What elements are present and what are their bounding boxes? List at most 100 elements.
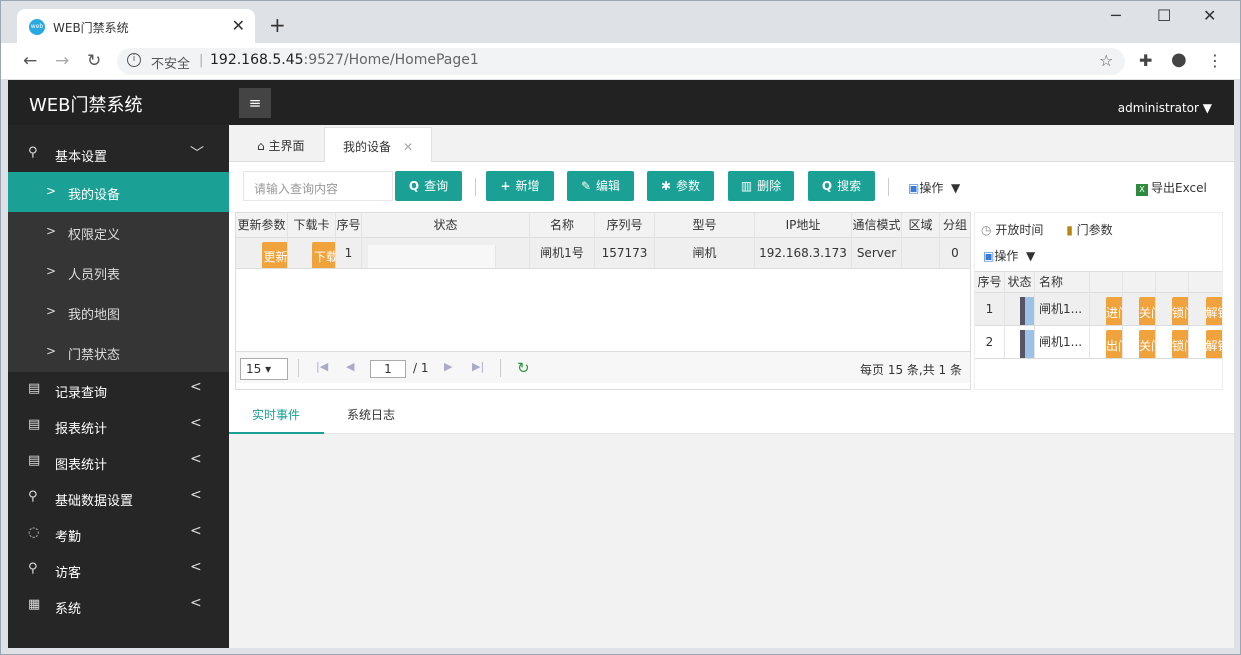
door-ops-dropdown[interactable]: ▣操作 ▼ [983, 247, 1035, 264]
close-tab-icon[interactable]: ✕ [403, 140, 413, 154]
sidebar-item-system[interactable]: ▦ 系统 < [8, 588, 229, 624]
sidebar-item-permissions[interactable]: > 权限定义 [8, 212, 229, 252]
lock-door-button[interactable]: 锁门 [1172, 330, 1188, 358]
tab-system-log[interactable]: 系统日志 [347, 406, 395, 423]
col-header[interactable]: 序列号 [595, 213, 655, 237]
minimize-icon[interactable]: ─ [1111, 6, 1121, 25]
chevron-left-icon: < [190, 415, 202, 431]
col-header[interactable]: 型号 [655, 213, 755, 237]
sidebar-item-base-data[interactable]: ⚲ 基础数据设置 < [8, 480, 229, 516]
sidebar-item-attendance[interactable]: ◌ 考勤 < [8, 516, 229, 552]
lock-door-button[interactable]: 锁门 [1172, 297, 1188, 325]
col-header[interactable]: 状态 [362, 213, 530, 237]
door-row[interactable]: 2 闸机1... 出门 关门 锁门 解锁 [975, 326, 1222, 359]
gate-icon [1019, 330, 1034, 358]
forward-icon[interactable]: → [55, 51, 69, 71]
sidebar-item-basic-settings[interactable]: ⚲ 基本设置 ﹀ [8, 136, 229, 172]
menu-toggle-icon[interactable]: ≡ [239, 88, 271, 118]
table-row[interactable]: 更新参数 下载卡 1 闸机1号 157173 闸机 192.168.3.173 … [236, 238, 970, 269]
page-number-input[interactable]: 1 [370, 360, 406, 378]
tab-my-devices[interactable]: 我的设备 ✕ [324, 127, 433, 162]
bottom-tabs: 实时事件 系统日志 [229, 392, 1234, 434]
device-grid: 更新参数 下载卡 序号 状态 名称 序列号 型号 IP地址 通信模式 区域 分组… [235, 212, 971, 390]
col-header[interactable]: 名称 [530, 213, 595, 237]
browser-menu-icon[interactable]: ⋮ [1207, 51, 1223, 70]
ops-label: 操作 [919, 181, 944, 195]
window-close-icon[interactable]: ✕ [1203, 6, 1216, 25]
reload-icon[interactable]: ↻ [87, 51, 101, 71]
sidebar-item-label: 我的地图 [68, 308, 121, 323]
page-size-select[interactable]: 15 ▾ [240, 358, 288, 380]
browser-tab[interactable]: web WEB门禁系统 ✕ [17, 9, 255, 43]
col-header[interactable]: 更新参数 [236, 213, 288, 237]
last-page-icon[interactable]: ▶| [472, 360, 484, 373]
sidebar-item-visitors[interactable]: ⚲ 访客 < [8, 552, 229, 588]
info-icon[interactable]: i [127, 53, 141, 67]
sidebar-item-door-status[interactable]: > 门禁状态 [8, 332, 229, 372]
download-card-button[interactable]: 下载卡 [311, 242, 335, 268]
col-header[interactable]: 序号 [336, 213, 362, 237]
ops-dropdown[interactable]: ▣操作 ▼ [908, 179, 960, 196]
profile-icon[interactable]: ● [1171, 49, 1187, 70]
close-tab-icon[interactable]: ✕ [232, 16, 245, 35]
next-page-icon[interactable]: ▶ [444, 360, 452, 373]
col-header[interactable]: IP地址 [755, 213, 852, 237]
export-excel-button[interactable]: X 导出Excel [1136, 179, 1207, 196]
exit-door-button[interactable]: 出门 [1106, 330, 1122, 358]
cell-status [1005, 326, 1035, 358]
delete-button[interactable]: ▥ 删除 [728, 171, 794, 201]
first-page-icon[interactable]: |◀ [316, 360, 328, 373]
sidebar-item-my-map[interactable]: > 我的地图 [8, 292, 229, 332]
caret-down-icon: ▼ [1026, 249, 1036, 263]
back-icon[interactable]: ← [23, 51, 37, 71]
tab-realtime-events[interactable]: 实时事件 [252, 406, 300, 423]
col-header[interactable]: 下载卡 [288, 213, 336, 237]
prev-page-icon[interactable]: ◀ [346, 360, 354, 373]
door-row[interactable]: 1 闸机1... 进门 关门 锁门 解锁 [975, 293, 1222, 326]
tab-home[interactable]: ⌂ 主界面 [239, 127, 322, 162]
browser-window: web WEB门禁系统 ✕ + ─ ☐ ✕ ← → ↻ i 不安全 | 192.… [0, 0, 1241, 655]
close-door-button[interactable]: 关门 [1139, 330, 1155, 358]
maximize-icon[interactable]: ☐ [1157, 6, 1171, 25]
trash-icon: ▥ [740, 179, 753, 193]
door-params-button[interactable]: ▮ 门参数 [1066, 223, 1112, 237]
cell-seq: 1 [975, 293, 1005, 325]
close-door-button[interactable]: 关门 [1139, 297, 1155, 325]
cell-ip: 192.168.3.173 [755, 238, 852, 268]
refresh-icon[interactable]: ↻ [517, 359, 530, 377]
edit-button[interactable]: ✎ 编辑 [567, 171, 634, 201]
bookmark-star-icon[interactable]: ☆ [1099, 51, 1113, 70]
url-field[interactable]: i 不安全 | 192.168.5.45:9527/Home/HomePage1 [117, 48, 1125, 75]
sidebar-item-my-devices[interactable]: > 我的设备 [8, 172, 229, 212]
add-button[interactable]: + 新增 [486, 171, 554, 201]
chevron-left-icon: < [190, 523, 202, 539]
open-time-button[interactable]: ◷ 开放时间 [981, 223, 1043, 237]
update-params-button[interactable]: 更新参数 [261, 242, 287, 268]
unlock-button[interactable]: 解锁 [1205, 297, 1222, 325]
gear-icon: ✱ [660, 179, 672, 193]
sidebar-item-reports[interactable]: ▤ 报表统计 < [8, 408, 229, 444]
col-header[interactable]: 状态 [1005, 272, 1035, 293]
search-input[interactable]: 请输入查询内容 [243, 171, 393, 201]
cell-name: 闸机1号 [530, 238, 595, 268]
sidebar-item-records[interactable]: ▤ 记录查询 < [8, 372, 229, 408]
col-header[interactable]: 通信模式 [852, 213, 902, 237]
search-button[interactable]: Q 搜索 [808, 171, 875, 201]
query-button[interactable]: Q 查询 [395, 171, 462, 201]
user-menu[interactable]: administrator ▼ [1118, 101, 1212, 115]
extensions-icon[interactable]: ✚ [1139, 51, 1152, 70]
sidebar-item-charts[interactable]: ▤ 图表统计 < [8, 444, 229, 480]
col-header[interactable]: 名称 [1035, 272, 1090, 293]
new-tab-button[interactable]: + [269, 13, 286, 37]
params-button[interactable]: ✱ 参数 [647, 171, 714, 201]
chart-icon: ▤ [28, 453, 41, 468]
cell-seq: 2 [975, 326, 1005, 358]
sidebar-item-personnel[interactable]: > 人员列表 [8, 252, 229, 292]
col-header[interactable]: 分组 [940, 213, 970, 237]
unlock-button[interactable]: 解锁 [1205, 330, 1222, 358]
col-header[interactable]: 区域 [902, 213, 940, 237]
tab-title: WEB门禁系统 [53, 21, 129, 35]
pencil-icon: ✎ [580, 179, 592, 193]
col-header[interactable]: 序号 [975, 272, 1005, 293]
enter-door-button[interactable]: 进门 [1106, 297, 1122, 325]
